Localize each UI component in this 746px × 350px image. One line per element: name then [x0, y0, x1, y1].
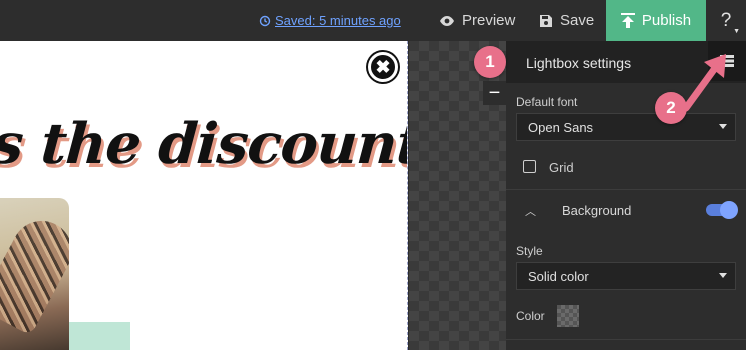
save-button[interactable]: Save [539, 0, 594, 41]
divider [506, 339, 746, 340]
background-section-label: Background [562, 203, 632, 218]
saved-status-text: Saved: 5 minutes ago [275, 13, 401, 28]
color-label: Color [516, 309, 545, 323]
top-toolbar: Saved: 5 minutes ago Preview Save Publis… [0, 0, 746, 41]
arm-graphic [0, 210, 69, 336]
background-toggle[interactable] [706, 201, 738, 219]
chevron-up-icon[interactable]: ︿ [525, 203, 536, 219]
eye-icon [440, 15, 454, 26]
help-icon: ? [720, 9, 732, 31]
grid-checkbox[interactable] [523, 160, 536, 173]
color-swatch[interactable] [557, 305, 579, 327]
save-icon [540, 14, 552, 27]
help-button[interactable]: ? ▼ [706, 0, 746, 41]
toggle-knob [720, 201, 738, 219]
panel-title: Lightbox settings [526, 55, 632, 71]
close-circle-icon[interactable]: ✖ [368, 52, 398, 82]
tattooed-arm-photo[interactable] [0, 198, 69, 350]
style-label: Style [516, 244, 543, 258]
history-icon [259, 15, 271, 26]
dropdown-caret-icon: ▼ [733, 28, 740, 35]
preview-label: Preview [462, 12, 516, 29]
lightbox-canvas: s the discount! ✖ [0, 41, 408, 350]
lightbox-headline[interactable]: s the discount! [0, 111, 407, 177]
minus-icon[interactable]: − [483, 81, 506, 105]
default-font-value: Open Sans [528, 120, 594, 135]
mint-shape[interactable] [69, 322, 130, 350]
dropdown-caret-icon [719, 124, 727, 129]
callout-arrow-icon [682, 54, 726, 112]
divider [506, 189, 746, 190]
callout-badge-1: 1 [474, 46, 506, 78]
style-value: Solid color [528, 269, 589, 284]
publish-label: Publish [641, 12, 692, 29]
saved-status-link[interactable]: Saved: 5 minutes ago [259, 13, 401, 28]
default-font-label: Default font [516, 95, 578, 109]
style-select[interactable]: Solid color [516, 262, 736, 290]
preview-button[interactable]: Preview [439, 0, 515, 41]
dropdown-caret-icon [719, 273, 727, 278]
grid-label: Grid [549, 160, 574, 175]
publish-button[interactable]: Publish [606, 0, 706, 41]
save-label: Save [560, 12, 595, 29]
upload-icon [620, 12, 635, 28]
